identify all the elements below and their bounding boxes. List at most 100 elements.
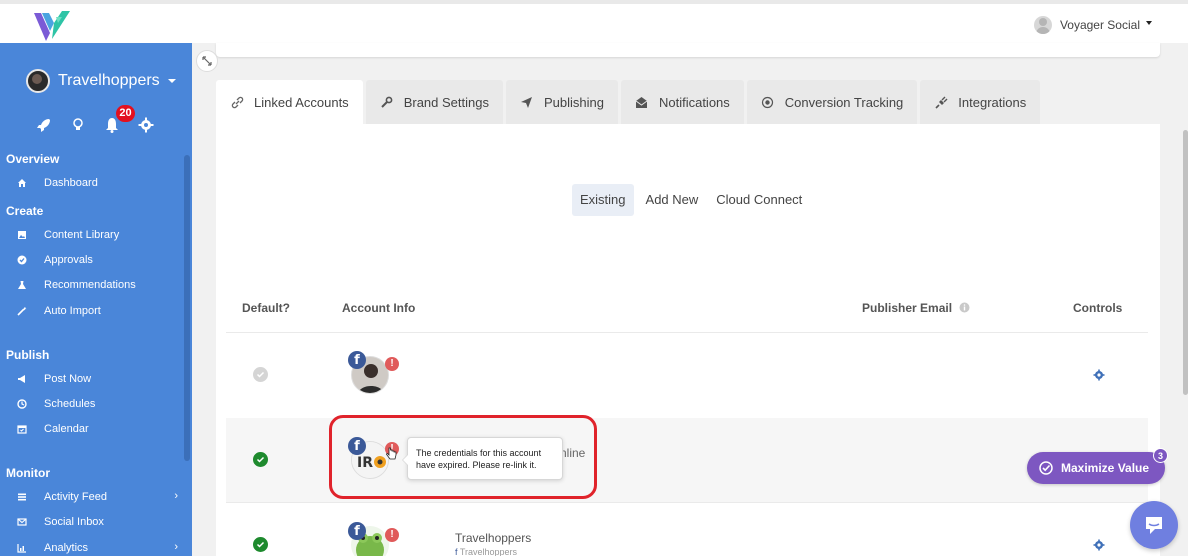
sidebar-item-label: Activity Feed: [44, 491, 107, 503]
settings-gear-icon[interactable]: [1093, 539, 1105, 551]
bar-chart-icon: [16, 542, 28, 554]
page-scrollbar[interactable]: [1183, 130, 1188, 395]
sidebar-item-auto-import[interactable]: Auto Import: [16, 301, 184, 321]
subtab-cloud-connect[interactable]: Cloud Connect: [708, 184, 810, 216]
default-check-icon[interactable]: [253, 367, 268, 382]
tab-label: Conversion Tracking: [784, 94, 904, 110]
account-name: Travelhoppers: [455, 531, 532, 545]
maximize-count-badge: 3: [1153, 448, 1168, 463]
section-title-overview: Overview: [6, 152, 60, 166]
sidebar-item-label: Post Now: [44, 373, 92, 385]
sidebar-item-label: Content Library: [44, 229, 120, 241]
sidebar-item-label: Schedules: [44, 398, 96, 410]
brand-name: Travelhoppers: [58, 72, 160, 89]
bullhorn-icon: [16, 373, 28, 385]
expand-collapse-button[interactable]: [196, 50, 218, 72]
row-divider: [226, 502, 1148, 503]
column-header-publisher-email: Publisher Email: [862, 301, 970, 315]
sidebar-item-recommendations[interactable]: Recommendations: [16, 275, 184, 295]
plug-icon: [934, 95, 948, 109]
chat-button[interactable]: [1130, 501, 1178, 549]
caret-down-icon: [167, 79, 176, 83]
column-header-controls: Controls: [1073, 301, 1123, 315]
sidebar-item-label: Analytics: [44, 542, 89, 554]
caret-down-icon: [1146, 21, 1152, 25]
settings-tabs: Linked Accounts Brand Settings Publishin…: [216, 80, 1041, 125]
user-menu[interactable]: Voyager Social: [1033, 16, 1152, 34]
subtab-add-new[interactable]: Add New: [638, 184, 707, 216]
sidebar-item-post-now[interactable]: Post Now: [16, 369, 184, 389]
column-header-label: Publisher Email: [862, 301, 953, 315]
tab-label: Publishing: [543, 94, 604, 110]
magic-wand-icon: [16, 305, 28, 317]
tab-label: Integrations: [958, 94, 1027, 110]
lightbulb-icon[interactable]: [70, 117, 86, 133]
sidebar-scrollbar[interactable]: [184, 155, 190, 461]
image-icon: [16, 229, 28, 241]
sidebar-item-label: Social Inbox: [44, 516, 104, 528]
sidebar-item-dashboard[interactable]: Dashboard: [16, 173, 184, 193]
notification-count-badge: 20: [116, 105, 135, 122]
warning-icon[interactable]: !: [385, 528, 399, 542]
rocket-icon[interactable]: [36, 117, 52, 133]
sidebar-item-social-inbox[interactable]: Social Inbox: [16, 512, 184, 532]
sidebar-item-activity-feed[interactable]: Activity Feed ›: [16, 487, 184, 507]
home-icon: [16, 177, 28, 189]
quick-icons: [36, 117, 154, 133]
flask-icon: [16, 279, 28, 291]
chat-bubble-icon: [1146, 517, 1162, 534]
envelope-icon: [16, 516, 28, 528]
account-subtitle-label: Travelhoppers: [459, 547, 518, 556]
top-bar: Voyager Social: [0, 0, 1188, 43]
facebook-icon: f: [348, 522, 366, 540]
sidebar-item-label: Calendar: [44, 423, 89, 435]
section-title-publish: Publish: [6, 348, 50, 362]
tab-publishing[interactable]: Publishing: [505, 80, 618, 124]
tab-integrations[interactable]: Integrations: [920, 80, 1041, 124]
settings-gear-icon[interactable]: [1093, 369, 1105, 381]
tab-label: Brand Settings: [403, 94, 489, 110]
top-card: [216, 43, 1160, 57]
chevron-right-icon: ›: [174, 541, 178, 553]
user-avatar-icon: [1033, 16, 1052, 34]
column-header-default: Default?: [242, 301, 290, 315]
highlight-annotation: [329, 415, 597, 499]
warning-icon[interactable]: !: [385, 357, 399, 371]
brand-avatar: [26, 69, 50, 93]
sidebar: Travelhoppers 20 Overview Dashboard Crea…: [0, 43, 192, 556]
check-circle-icon: [1039, 461, 1053, 475]
default-check-icon[interactable]: [253, 452, 268, 467]
target-icon: [761, 95, 775, 109]
maximize-value-button[interactable]: Maximize Value: [1027, 452, 1165, 484]
sidebar-item-schedules[interactable]: Schedules: [16, 394, 184, 414]
sidebar-item-calendar[interactable]: Calendar: [16, 419, 184, 439]
tab-linked-accounts[interactable]: Linked Accounts: [216, 80, 363, 125]
sidebar-item-analytics[interactable]: Analytics ›: [16, 538, 184, 556]
tab-conversion-tracking[interactable]: Conversion Tracking: [746, 80, 918, 124]
sidebar-item-approvals[interactable]: Approvals: [16, 250, 184, 270]
brand-switcher[interactable]: Travelhoppers: [26, 69, 176, 93]
row-divider: [226, 332, 1148, 333]
maximize-label: Maximize Value: [1061, 461, 1150, 475]
tab-notifications[interactable]: Notifications: [620, 80, 744, 124]
sidebar-item-content-library[interactable]: Content Library: [16, 225, 184, 245]
voyager-logo[interactable]: [32, 9, 72, 43]
list-icon: [16, 491, 28, 503]
chevron-right-icon: ›: [174, 490, 178, 502]
sidebar-item-label: Auto Import: [44, 305, 101, 317]
wrench-icon: [380, 95, 394, 109]
tab-label: Notifications: [658, 94, 730, 110]
link-icon: [230, 96, 244, 110]
sidebar-item-label: Recommendations: [44, 279, 136, 291]
tab-label: Linked Accounts: [254, 95, 349, 110]
account-subtabs: Existing Add New Cloud Connect: [572, 184, 810, 216]
gear-icon[interactable]: [138, 117, 154, 133]
account-subtitle: f Travelhoppers: [455, 547, 517, 556]
user-name: Voyager Social: [1059, 18, 1140, 32]
subtab-existing[interactable]: Existing: [572, 184, 634, 216]
tab-brand-settings[interactable]: Brand Settings: [365, 80, 503, 124]
default-check-icon[interactable]: [253, 537, 268, 552]
info-icon[interactable]: [959, 302, 970, 313]
column-header-account-info: Account Info: [342, 301, 416, 315]
sidebar-item-label: Approvals: [44, 254, 93, 266]
